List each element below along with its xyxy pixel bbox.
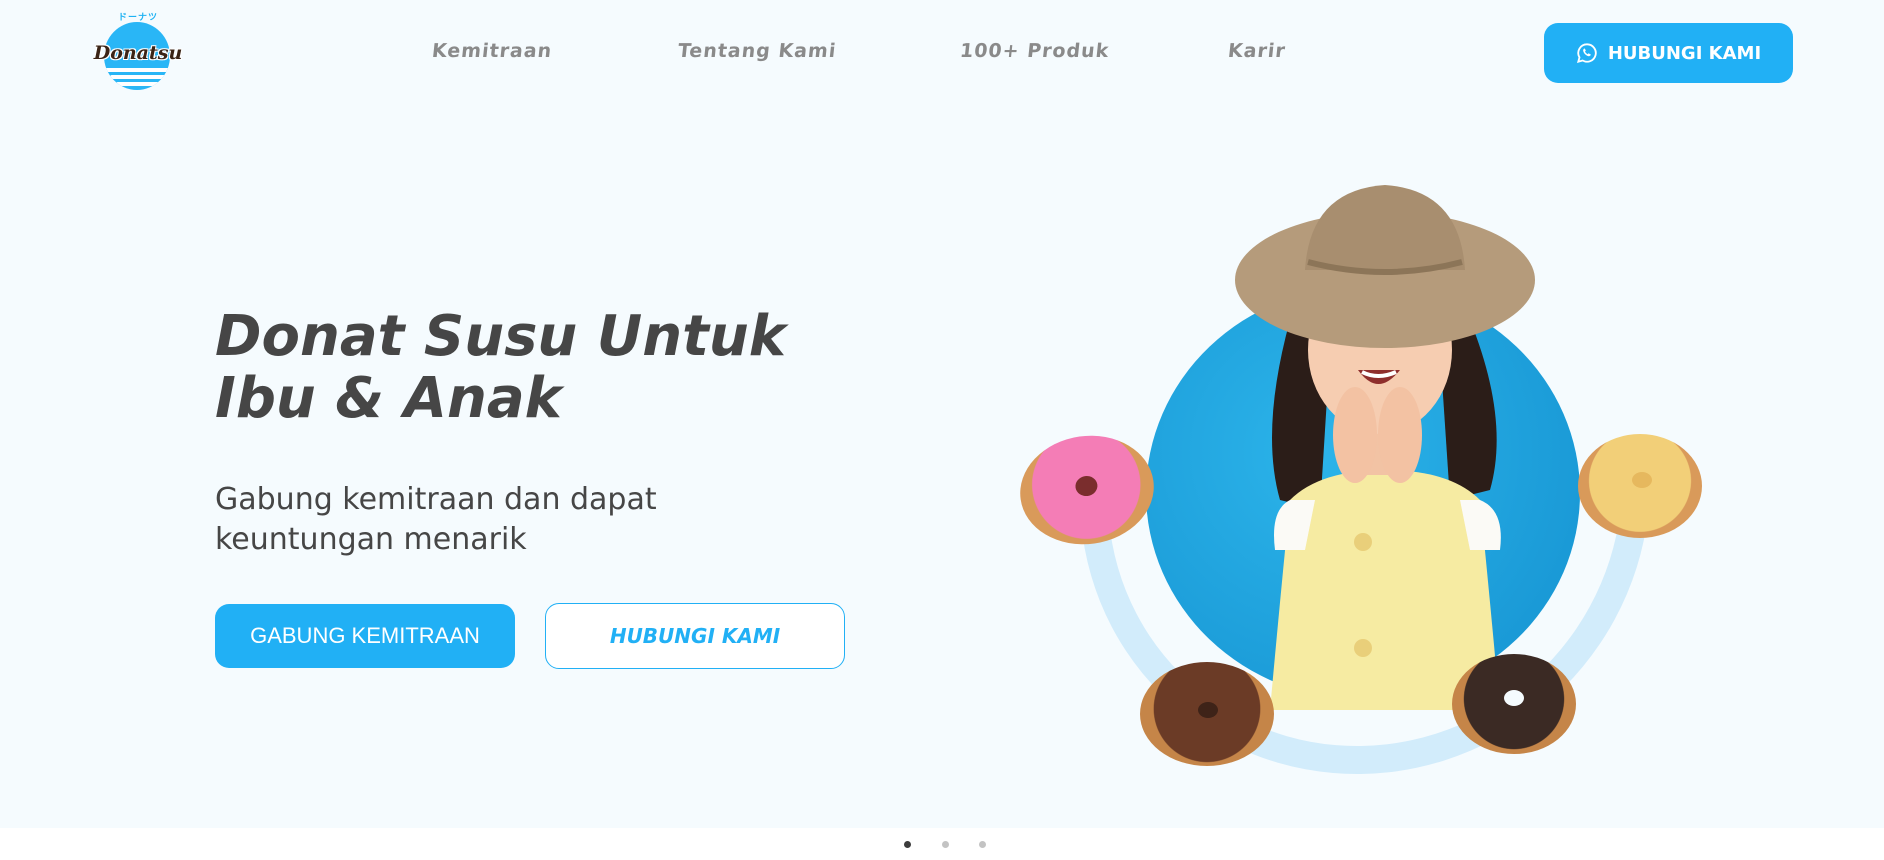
girl-with-hat-image xyxy=(1235,185,1535,710)
hero-title-line-1: Donat Susu Untuk xyxy=(215,304,786,369)
carousel-dot-2[interactable] xyxy=(942,841,949,848)
hero-subtitle-line-1: Gabung kemitraan dan dapat xyxy=(215,482,657,517)
whatsapp-icon xyxy=(1576,43,1597,64)
contact-us-label: HUBUNGI KAMI xyxy=(1607,42,1762,64)
nav-item-kemitraan[interactable]: Kemitraan xyxy=(431,40,554,62)
nav-item-produk[interactable]: 100+ Produk xyxy=(959,40,1111,62)
join-partnership-button[interactable]: GABUNG KEMITRAAN xyxy=(215,604,515,668)
nav-item-tentang-kami[interactable]: Tentang Kami xyxy=(677,40,838,62)
sprinkle-donut-image xyxy=(1140,662,1274,766)
nav-item-karir[interactable]: Karir xyxy=(1227,40,1287,62)
hero-title: Donat Susu Untuk Ibu & Anak xyxy=(215,306,835,430)
carousel-indicators xyxy=(0,841,1884,851)
carousel-dot-3[interactable] xyxy=(979,841,986,848)
chocolate-donut-image xyxy=(1452,654,1576,754)
hero-title-line-2: Ibu & Anak xyxy=(215,366,562,431)
sugar-donut-image xyxy=(1578,434,1702,538)
hero-section: ドーナツ Donatsu Kemitraan Tentang Kami 100+… xyxy=(0,0,1884,860)
contact-us-button[interactable]: HUBUNGI KAMI xyxy=(545,603,845,669)
carousel-dot-1[interactable] xyxy=(904,841,911,848)
contact-us-button-header[interactable]: HUBUNGI KAMI xyxy=(1544,23,1793,83)
hero-subtitle-line-2: keuntungan menarik xyxy=(215,522,527,557)
hero-illustration xyxy=(961,85,1769,860)
hero-subtitle: Gabung kemitraan dan dapat keuntungan me… xyxy=(215,480,735,560)
